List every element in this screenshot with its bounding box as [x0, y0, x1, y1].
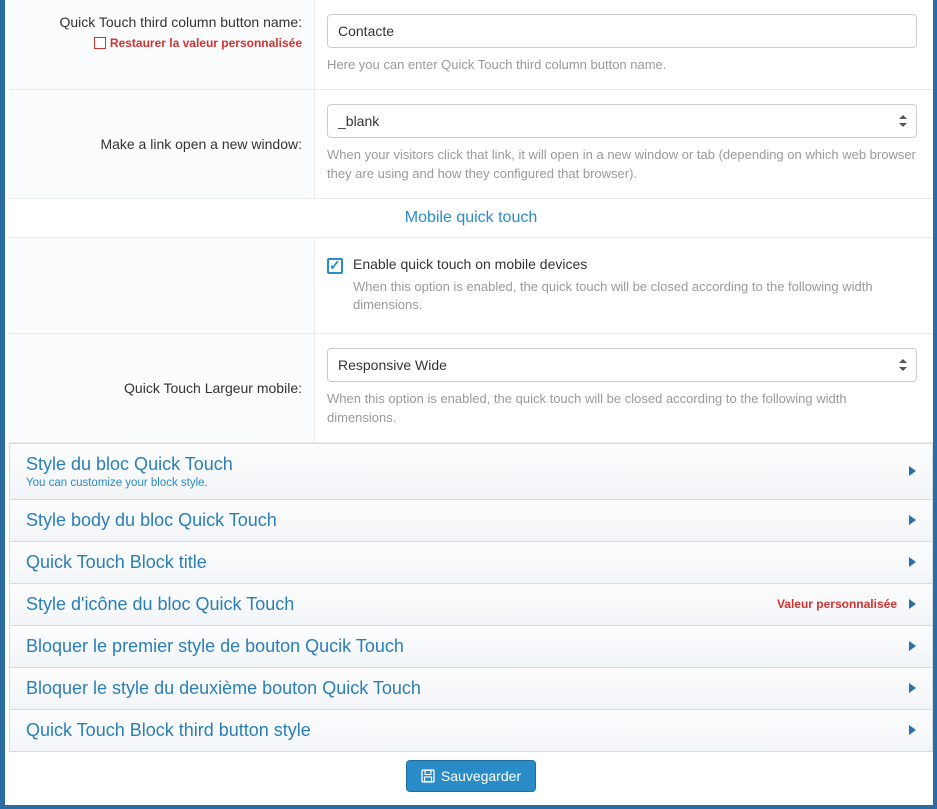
chevron-right-icon — [909, 641, 916, 651]
accordion-title: Quick Touch Block title — [26, 552, 207, 573]
accordion-title: Bloquer le style du deuxième bouton Quic… — [26, 678, 421, 699]
accordion-subtitle: You can customize your block style. — [26, 477, 233, 489]
restore-checkbox-icon — [94, 37, 106, 49]
label-mobile-width: Quick Touch Largeur mobile: — [124, 380, 302, 396]
accordion-title: Style d'icône du bloc Quick Touch — [26, 594, 294, 615]
row-link-target: Make a link open a new window: _blank Wh… — [9, 90, 933, 199]
enable-mobile-label: Enable quick touch on mobile devices — [353, 256, 587, 272]
accordion-item[interactable]: Bloquer le style du deuxième bouton Quic… — [9, 668, 933, 710]
accordion-item[interactable]: Quick Touch Block third button style — [9, 710, 933, 752]
enable-mobile-checkbox[interactable] — [327, 258, 343, 274]
input-col-enable-mobile: Enable quick touch on mobile devices Whe… — [315, 238, 933, 334]
accordion-left: Quick Touch Block third button style — [26, 720, 311, 741]
row-enable-mobile: Enable quick touch on mobile devices Whe… — [9, 238, 933, 335]
accordion-title: Quick Touch Block third button style — [26, 720, 311, 741]
save-bar: Sauvegarder — [9, 752, 933, 800]
chevron-right-icon — [909, 683, 916, 693]
chevron-right-icon — [909, 557, 916, 567]
chevron-right-icon — [909, 599, 916, 609]
accordion-right — [909, 515, 916, 525]
help-link-target: When your visitors click that link, it w… — [327, 146, 917, 184]
accordion-left: Bloquer le premier style de bouton Qucik… — [26, 636, 404, 657]
accordion-left: Style d'icône du bloc Quick Touch — [26, 594, 294, 615]
accordion-left: Style body du bloc Quick Touch — [26, 510, 277, 531]
third-button-name-input[interactable] — [327, 14, 917, 48]
input-col-mobile-width: Responsive Wide When this option is enab… — [315, 334, 933, 442]
chevron-right-icon — [909, 466, 916, 476]
accordion-left: Bloquer le style du deuxième bouton Quic… — [26, 678, 421, 699]
accordion-right: Valeur personnalisée — [777, 597, 916, 611]
accordion-right — [909, 683, 916, 693]
accordion-right — [909, 557, 916, 567]
accordion-item[interactable]: Style d'icône du bloc Quick Touch Valeur … — [9, 584, 933, 626]
accordion-item[interactable]: Bloquer le premier style de bouton Qucik… — [9, 626, 933, 668]
help-enable-mobile: When this option is enabled, the quick t… — [353, 278, 917, 316]
help-third-button: Here you can enter Quick Touch third col… — [327, 56, 917, 75]
save-button[interactable]: Sauvegarder — [406, 760, 536, 792]
label-col-third-button: Quick Touch third column button name: Re… — [9, 0, 315, 89]
accordion-container: Style du bloc Quick Touch You can customi… — [9, 443, 933, 752]
accordion-title: Style du bloc Quick Touch — [26, 454, 233, 475]
label-third-button-name: Quick Touch third column button name: — [59, 14, 302, 30]
save-button-label: Sauvegarder — [441, 768, 521, 784]
accordion-right — [909, 641, 916, 651]
accordion-item[interactable]: Style du bloc Quick Touch You can customi… — [9, 443, 933, 500]
accordion-right — [909, 466, 916, 476]
accordion-left: Style du bloc Quick Touch You can customi… — [26, 454, 233, 489]
label-col-mobile-width: Quick Touch Largeur mobile: — [9, 334, 315, 442]
row-third-button-name: Quick Touch third column button name: Re… — [9, 0, 933, 90]
link-target-select[interactable]: _blank — [327, 104, 917, 138]
mobile-width-select[interactable]: Responsive Wide — [327, 348, 917, 382]
row-mobile-width: Quick Touch Largeur mobile: Responsive W… — [9, 334, 933, 443]
chevron-right-icon — [909, 725, 916, 735]
accordion-left: Quick Touch Block title — [26, 552, 207, 573]
restore-custom-value[interactable]: Restaurer la valeur personnalisée — [94, 36, 302, 50]
mobile-quick-touch-header: Mobile quick touch — [9, 199, 933, 238]
save-icon — [421, 769, 435, 783]
mobile-header-text: Mobile quick touch — [405, 209, 538, 226]
help-mobile-width: When this option is enabled, the quick t… — [327, 390, 917, 428]
accordion-title: Style body du bloc Quick Touch — [26, 510, 277, 531]
label-link-target: Make a link open a new window: — [100, 136, 302, 152]
chevron-right-icon — [909, 515, 916, 525]
custom-value-badge: Valeur personnalisée — [777, 597, 897, 611]
restore-text: Restaurer la valeur personnalisée — [110, 36, 302, 50]
label-col-enable-mobile — [9, 238, 315, 334]
accordion-title: Bloquer le premier style de bouton Qucik… — [26, 636, 404, 657]
accordion-item[interactable]: Quick Touch Block title — [9, 542, 933, 584]
label-col-link-target: Make a link open a new window: — [9, 90, 315, 198]
input-col-third-button: Here you can enter Quick Touch third col… — [315, 0, 933, 89]
accordion-right — [909, 725, 916, 735]
input-col-link-target: _blank When your visitors click that lin… — [315, 90, 933, 198]
accordion-item[interactable]: Style body du bloc Quick Touch — [9, 500, 933, 542]
